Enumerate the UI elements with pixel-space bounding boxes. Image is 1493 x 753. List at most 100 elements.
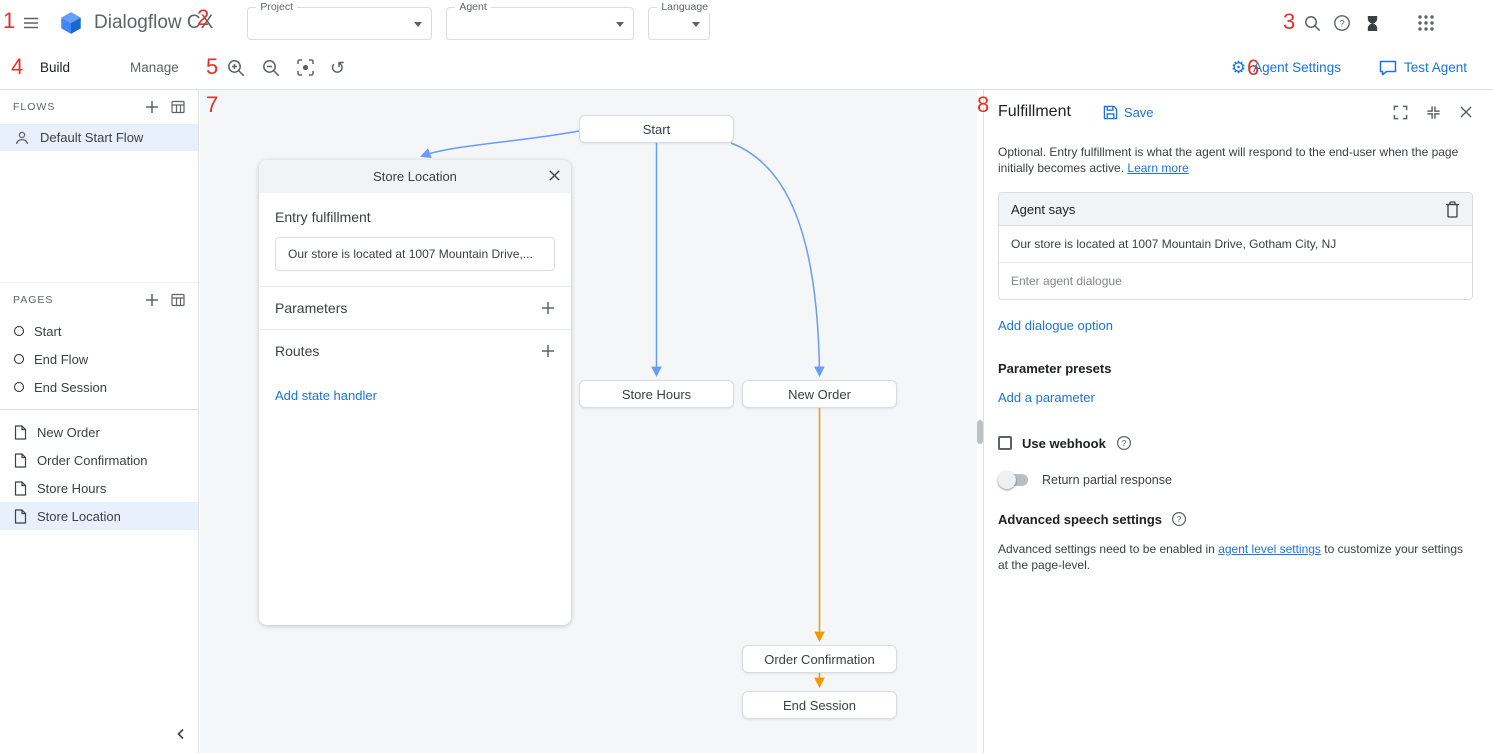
agent-select[interactable]: Agent xyxy=(446,7,634,40)
close-icon[interactable] xyxy=(1459,105,1473,119)
svg-text:?: ? xyxy=(1339,19,1344,30)
help-icon[interactable]: ? xyxy=(1327,8,1357,38)
add-route-icon[interactable] xyxy=(541,344,555,358)
svg-text:?: ? xyxy=(1177,514,1182,524)
parameters-row: Parameters xyxy=(259,286,571,329)
sidebar-item-start-page[interactable]: Start xyxy=(0,317,198,345)
language-select[interactable]: Language xyxy=(648,7,710,40)
page-doc-icon xyxy=(14,481,27,496)
use-webhook-checkbox[interactable] xyxy=(998,436,1012,450)
advanced-settings-note: Advanced settings need to be enabled in … xyxy=(998,541,1473,573)
svg-text:?: ? xyxy=(1121,438,1126,448)
page-item-label: End Flow xyxy=(34,352,88,367)
test-agent-button[interactable]: Test Agent xyxy=(1379,60,1467,76)
advanced-note-prefix: Advanced settings need to be enabled in xyxy=(998,542,1215,556)
agent-dialogue-entry[interactable]: Our store is located at 1007 Mountain Dr… xyxy=(999,226,1472,263)
flow-canvas[interactable]: Start Store Hours New Order Order Confir… xyxy=(200,90,978,753)
sidebar-item-order-confirmation-page[interactable]: Order Confirmation xyxy=(0,446,198,474)
sidebar-item-default-start-flow[interactable]: Default Start Flow xyxy=(0,124,198,151)
add-page-icon[interactable] xyxy=(145,293,159,307)
save-icon xyxy=(1103,105,1118,120)
hamburger-menu-icon[interactable] xyxy=(22,14,40,32)
store-location-panel-header: Store Location xyxy=(259,160,571,193)
reset-view-icon[interactable]: ↺ xyxy=(330,59,345,77)
project-select-label: Project xyxy=(256,1,297,13)
header-actions: ? xyxy=(1297,8,1441,38)
agent-settings-label: Agent Settings xyxy=(1253,60,1341,75)
agent-level-settings-link[interactable]: agent level settings xyxy=(1218,542,1321,556)
add-state-handler-link[interactable]: Add state handler xyxy=(259,372,571,419)
zoom-in-icon[interactable] xyxy=(226,58,246,78)
flow-icon xyxy=(14,130,30,146)
add-parameter-icon[interactable] xyxy=(541,301,555,315)
parameter-presets-label: Parameter presets xyxy=(998,361,1473,376)
exit-fullscreen-icon[interactable] xyxy=(1426,105,1441,120)
sidebar-item-end-flow-page[interactable]: End Flow xyxy=(0,345,198,373)
pages-header-label: PAGES xyxy=(13,294,53,306)
annotation-4: 4 xyxy=(11,54,23,80)
dialogflow-cx-app: 1 2 3 4 5 6 7 8 Dialogflow CX Project Ag… xyxy=(0,0,1493,753)
hourglass-activity-icon[interactable] xyxy=(1357,8,1387,38)
entry-fulfillment-field[interactable]: Our store is located at 1007 Mountain Dr… xyxy=(275,237,555,271)
page-item-label: Store Hours xyxy=(37,481,106,496)
add-a-parameter-link[interactable]: Add a parameter xyxy=(998,390,1095,405)
apps-grid-icon[interactable] xyxy=(1411,8,1441,38)
annotation-1: 1 xyxy=(3,8,15,34)
flow-item-label: Default Start Flow xyxy=(40,130,143,145)
help-icon[interactable]: ? xyxy=(1171,511,1187,527)
toggle-knob xyxy=(998,471,1016,489)
search-icon[interactable] xyxy=(1297,8,1327,38)
annotation-8: 8 xyxy=(977,92,989,118)
dialogflow-logo-icon xyxy=(58,10,84,36)
center-focus-icon[interactable] xyxy=(296,58,315,77)
flows-header-label: FLOWS xyxy=(13,101,55,113)
add-flow-icon[interactable] xyxy=(145,100,159,114)
canvas-node-store-hours[interactable]: Store Hours xyxy=(579,380,734,408)
page-circle-icon xyxy=(14,326,24,336)
tab-manage[interactable]: Manage xyxy=(130,60,179,75)
fullscreen-icon[interactable] xyxy=(1393,105,1408,120)
page-item-label: End Session xyxy=(34,380,107,395)
tab-build[interactable]: Build xyxy=(40,60,70,75)
pages-table-view-icon[interactable] xyxy=(171,293,185,307)
page-item-label: Store Location xyxy=(37,509,121,524)
canvas-node-new-order[interactable]: New Order xyxy=(742,380,897,408)
help-icon[interactable]: ? xyxy=(1116,435,1132,451)
toolbar-right-actions: ⚙ Agent Settings Test Agent xyxy=(1231,59,1467,76)
learn-more-link[interactable]: Learn more xyxy=(1127,161,1188,175)
sidebar-item-end-session-page[interactable]: End Session xyxy=(0,373,198,401)
advanced-speech-settings-label: Advanced speech settings xyxy=(998,512,1162,527)
zoom-out-icon[interactable] xyxy=(261,58,281,78)
secondary-toolbar: Build Manage ↺ ⚙ Agent Settings xyxy=(0,46,1493,90)
app-title: Dialogflow CX xyxy=(94,12,213,34)
close-icon[interactable] xyxy=(548,169,561,182)
sidebar-item-new-order-page[interactable]: New Order xyxy=(0,418,198,446)
annotation-2: 2 xyxy=(197,5,209,31)
agent-dialogue-input[interactable] xyxy=(999,263,1472,299)
agent-says-label: Agent says xyxy=(1011,202,1075,217)
return-partial-response-toggle[interactable] xyxy=(1001,474,1028,486)
routes-row: Routes xyxy=(259,329,571,372)
routes-label: Routes xyxy=(275,343,319,359)
canvas-node-order-confirmation[interactable]: Order Confirmation xyxy=(742,645,897,673)
page-item-label: Order Confirmation xyxy=(37,453,148,468)
fulfillment-panel-header: Fulfillment Save xyxy=(998,96,1473,128)
sidebar-divider xyxy=(0,409,198,410)
add-dialogue-option-link[interactable]: Add dialogue option xyxy=(998,318,1113,333)
sidebar-collapse-icon[interactable] xyxy=(174,727,188,741)
canvas-node-end-session[interactable]: End Session xyxy=(742,691,897,719)
canvas-node-start[interactable]: Start xyxy=(579,115,734,143)
flows-table-view-icon[interactable] xyxy=(171,100,185,114)
fulfillment-description: Optional. Entry fulfillment is what the … xyxy=(998,144,1473,176)
test-agent-label: Test Agent xyxy=(1404,60,1467,75)
trash-icon[interactable] xyxy=(1445,201,1460,218)
sidebar-item-store-hours-page[interactable]: Store Hours xyxy=(0,474,198,502)
project-select[interactable]: Project xyxy=(247,7,432,40)
annotation-7: 7 xyxy=(206,92,218,118)
sidebar-item-store-location-page[interactable]: Store Location xyxy=(0,502,198,530)
save-label: Save xyxy=(1124,105,1154,120)
agent-says-card: Agent says Our store is located at 1007 … xyxy=(998,192,1473,300)
save-button[interactable]: Save xyxy=(1103,105,1154,120)
pages-section-header: PAGES xyxy=(0,283,198,317)
sidebar: FLOWS Default Start Flow PAGES xyxy=(0,90,199,753)
